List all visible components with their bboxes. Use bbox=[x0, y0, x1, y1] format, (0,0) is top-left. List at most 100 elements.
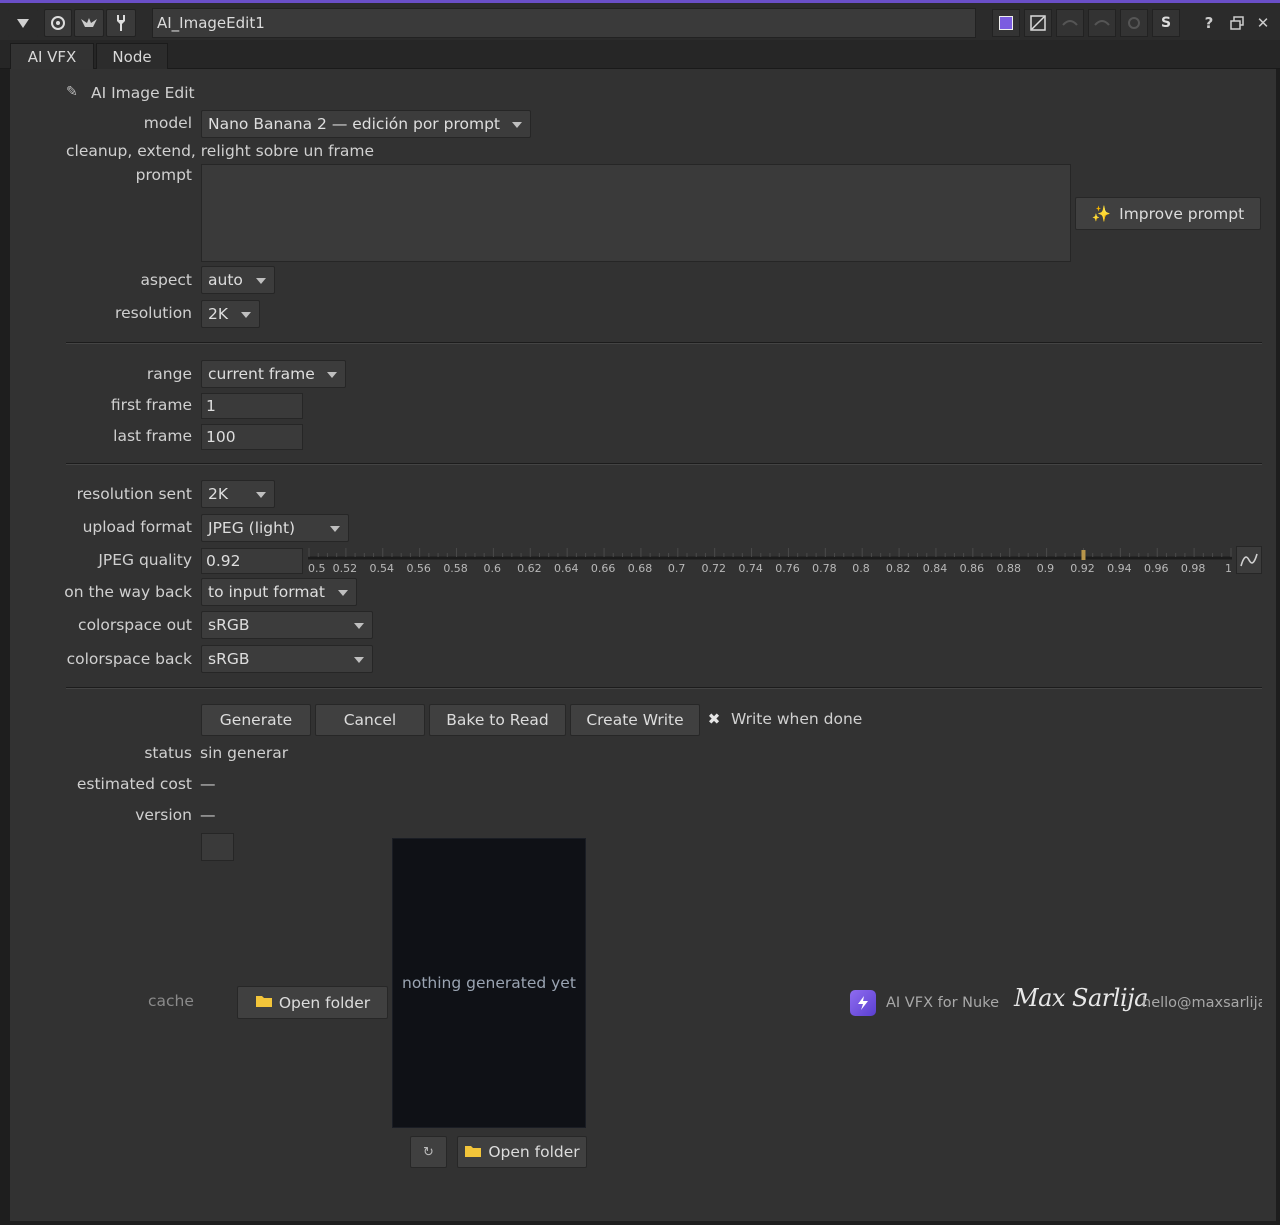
section-title: AI Image Edit bbox=[91, 84, 195, 102]
prompt-textarea[interactable] bbox=[201, 164, 1071, 262]
estimated-cost-label: estimated cost bbox=[76, 775, 192, 793]
chevron-down-icon bbox=[330, 526, 340, 532]
bird-icon[interactable] bbox=[74, 9, 104, 37]
pencil-icon: ✎ bbox=[66, 84, 78, 100]
panel-scrollbar[interactable] bbox=[1276, 69, 1280, 1225]
node-name-field[interactable]: AI_ImageEdit1 bbox=[152, 8, 976, 38]
divider bbox=[66, 687, 1262, 689]
chevron-down-icon bbox=[256, 278, 266, 284]
slider-tick-label: 0.96 bbox=[1144, 562, 1169, 575]
slider-tick-label: 0.64 bbox=[553, 562, 579, 575]
upload-format-dropdown[interactable]: JPEG (light) bbox=[201, 514, 349, 542]
target-icon[interactable] bbox=[44, 9, 72, 37]
float-icon[interactable] bbox=[1226, 11, 1248, 35]
model-label: model bbox=[143, 114, 192, 132]
way-back-label: on the way back bbox=[64, 583, 192, 601]
aspect-dropdown[interactable]: auto bbox=[201, 266, 275, 294]
close-icon[interactable]: ✕ bbox=[1252, 11, 1274, 35]
wrench-icon[interactable] bbox=[106, 9, 136, 37]
last-frame-label: last frame bbox=[113, 427, 192, 445]
slider-tick-label: 0.82 bbox=[885, 562, 911, 575]
slider-tick-label: 0.86 bbox=[959, 562, 985, 575]
upload-format-value: JPEG (light) bbox=[208, 519, 296, 537]
collapse-triangle-icon[interactable] bbox=[8, 9, 38, 37]
slider-tick-label: 0.58 bbox=[443, 562, 468, 575]
jpeg-quality-label: JPEG quality bbox=[98, 551, 192, 569]
write-when-done-checkbox[interactable]: ✖ bbox=[706, 710, 722, 728]
resolution-sent-label: resolution sent bbox=[76, 485, 192, 503]
first-frame-input[interactable]: 1 bbox=[201, 393, 303, 419]
resolution-sent-dropdown[interactable]: 2K bbox=[201, 480, 275, 508]
tab-ai-vfx[interactable]: AI VFX bbox=[10, 43, 94, 69]
estimated-cost-value: — bbox=[200, 775, 216, 793]
resolution-value: 2K bbox=[208, 305, 229, 323]
way-back-dropdown[interactable]: to input format bbox=[201, 578, 357, 606]
slider-tick-label: 0.7 bbox=[667, 562, 686, 575]
slider-tick-label: 0.98 bbox=[1180, 562, 1206, 575]
tab-node[interactable]: Node bbox=[96, 43, 168, 69]
model-dropdown[interactable]: Nano Banana 2 — edición por prompt bbox=[201, 110, 531, 138]
version-thumbnail[interactable] bbox=[201, 833, 234, 861]
resolution-dropdown[interactable]: 2K bbox=[201, 300, 260, 328]
range-dropdown[interactable]: current frame bbox=[201, 360, 346, 388]
animation-curve-icon[interactable] bbox=[1236, 546, 1262, 574]
slider-tick-label: 0.74 bbox=[738, 562, 763, 575]
jpeg-quality-input[interactable]: 0.92 bbox=[201, 548, 303, 574]
version-label: version bbox=[135, 806, 192, 824]
s-icon[interactable]: S bbox=[1152, 9, 1180, 37]
slider-tick-label: 0.94 bbox=[1107, 562, 1132, 575]
divider bbox=[66, 342, 1262, 344]
improve-prompt-label: Improve prompt bbox=[1119, 204, 1245, 223]
colorspace-out-dropdown[interactable]: sRGB bbox=[201, 611, 373, 639]
improve-prompt-button[interactable]: ✨ Improve prompt bbox=[1075, 197, 1261, 230]
slider-tick-label: 0.88 bbox=[996, 562, 1022, 575]
divider bbox=[66, 463, 1262, 465]
colorspace-out-value: sRGB bbox=[208, 616, 250, 634]
slider-tick-label: 0.8 bbox=[852, 562, 870, 575]
revert-icon[interactable] bbox=[1120, 9, 1148, 37]
author-signature: Max Sarlija bbox=[1014, 984, 1148, 1012]
cache-label: cache bbox=[148, 992, 194, 1010]
slider-tick-label: 0.76 bbox=[775, 562, 800, 575]
color-swatch-icon[interactable] bbox=[992, 9, 1020, 37]
slider-tick-label: 0.92 bbox=[1070, 562, 1095, 575]
slider-tick-label: 0.66 bbox=[590, 562, 616, 575]
cache-open-folder-button[interactable]: Open folder bbox=[237, 986, 388, 1019]
colorspace-out-label: colorspace out bbox=[78, 616, 192, 634]
preview-placeholder: nothing generated yet bbox=[402, 974, 576, 992]
cancel-button[interactable]: Cancel bbox=[315, 704, 425, 736]
resolution-label: resolution bbox=[115, 304, 192, 322]
last-frame-input[interactable]: 100 bbox=[201, 424, 303, 450]
chevron-down-icon bbox=[354, 657, 364, 663]
mask-icon[interactable] bbox=[1024, 9, 1052, 37]
chevron-down-icon bbox=[512, 122, 522, 128]
slider-tick-label: 0.72 bbox=[701, 562, 726, 575]
tab-bar: AI VFX Node bbox=[0, 40, 1280, 69]
create-write-button[interactable]: Create Write bbox=[570, 704, 700, 736]
aspect-label: aspect bbox=[140, 271, 192, 289]
chevron-down-icon bbox=[327, 372, 337, 378]
redo-icon[interactable] bbox=[1088, 9, 1116, 37]
way-back-value: to input format bbox=[208, 583, 325, 601]
chevron-down-icon bbox=[354, 623, 364, 629]
slider-tick-label: 0.68 bbox=[627, 562, 653, 575]
author-email[interactable]: hello@maxsarlija bbox=[1142, 995, 1262, 1011]
slider-tick-label: 0.56 bbox=[406, 562, 431, 575]
first-frame-label: first frame bbox=[110, 396, 192, 414]
model-description: cleanup, extend, relight sobre un frame bbox=[66, 142, 375, 160]
refresh-icon[interactable]: ↻ bbox=[410, 1136, 447, 1168]
bake-to-read-button[interactable]: Bake to Read bbox=[429, 704, 566, 736]
colorspace-back-dropdown[interactable]: sRGB bbox=[201, 645, 373, 673]
range-label: range bbox=[146, 365, 192, 383]
generate-button[interactable]: Generate bbox=[201, 704, 311, 736]
write-when-done-label: Write when done bbox=[731, 710, 863, 728]
colorspace-back-label: colorspace back bbox=[66, 650, 192, 668]
preview-open-folder-button[interactable]: Open folder bbox=[457, 1136, 587, 1168]
undo-icon[interactable] bbox=[1056, 9, 1084, 37]
cache-open-folder-label: Open folder bbox=[278, 993, 371, 1012]
preview-open-folder-label: Open folder bbox=[488, 1143, 580, 1161]
version-value: — bbox=[200, 806, 216, 824]
help-icon[interactable]: ? bbox=[1198, 11, 1220, 35]
slider-tick-label: 0.62 bbox=[517, 562, 542, 575]
lightning-logo-icon bbox=[850, 990, 876, 1016]
